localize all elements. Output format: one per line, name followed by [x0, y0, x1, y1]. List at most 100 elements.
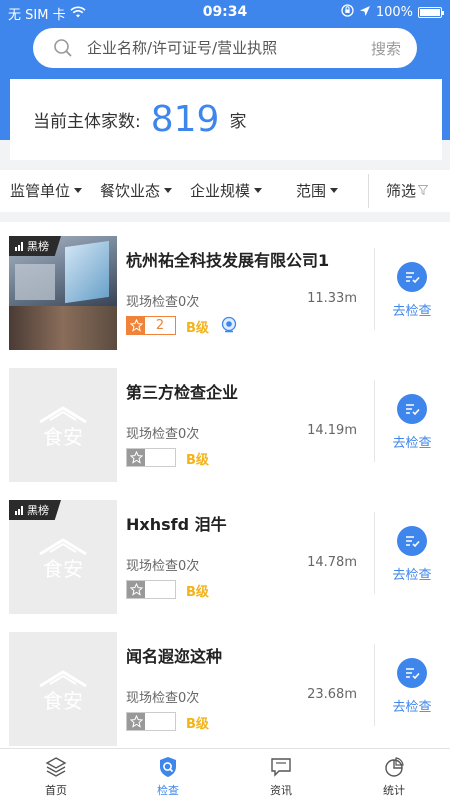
tab-inspect[interactable]: 检查 — [128, 749, 208, 800]
funnel-icon — [417, 184, 429, 198]
search-icon — [53, 38, 73, 58]
divider — [374, 644, 375, 726]
battery-percent: 100% — [375, 5, 413, 20]
star-rating: 2 — [126, 316, 176, 335]
chat-icon — [269, 755, 293, 779]
photo-shape — [9, 306, 117, 350]
bars-icon — [15, 505, 23, 515]
tab-label: 首页 — [45, 784, 67, 797]
list-item[interactable]: 食安 闻名遐迩这种 现场检查0次 23.68m B级 去检查 — [0, 618, 450, 748]
distance: 23.68m — [307, 687, 357, 702]
grade-label: B级 — [186, 717, 209, 732]
photo-shape — [65, 240, 109, 304]
checklist-icon — [397, 394, 427, 424]
placeholder-image: 食安 — [9, 632, 117, 746]
filter-label: 筛选 — [386, 182, 417, 200]
search-button[interactable]: 搜索 — [371, 38, 401, 59]
tab-news[interactable]: 资讯 — [241, 749, 321, 800]
list-item[interactable]: 黑榜 杭州祐全科技发展有限公司1 现场检查0次 11.33m 2 B级 去检查 — [0, 222, 450, 355]
status-bar: 无 SIM 卡 09:34 100% — [0, 0, 450, 24]
food-safety-logo-icon: 食安 — [9, 368, 117, 482]
tab-home[interactable]: 首页 — [16, 749, 96, 800]
svg-text:食安: 食安 — [43, 557, 83, 581]
badge-label: 黑榜 — [27, 240, 49, 253]
count-value: 819 — [150, 99, 220, 140]
layers-icon — [44, 755, 68, 779]
go-inspect-button[interactable]: 去检查 — [382, 394, 442, 454]
filter-label: 餐饮业态 — [100, 182, 161, 200]
list-item[interactable]: 食安 黑榜 Hxhsfd 泪牛 现场检查0次 14.78m B级 去检查 — [0, 486, 450, 619]
go-inspect-button[interactable]: 去检查 — [382, 526, 442, 586]
camera-icon[interactable] — [221, 316, 237, 338]
battery-icon — [418, 7, 444, 18]
filter-label: 企业规模 — [190, 182, 251, 200]
go-inspect-button[interactable]: 去检查 — [382, 262, 442, 322]
filter-label: 范围 — [296, 182, 327, 200]
count-unit: 家 — [229, 112, 247, 132]
svg-text:食安: 食安 — [43, 689, 83, 713]
filter-divider — [368, 174, 369, 208]
go-inspect-button[interactable]: 去检查 — [382, 658, 442, 718]
count-label: 当前主体家数: — [33, 112, 141, 132]
bottom-tab-bar: 首页 检查 资讯 统计 — [0, 748, 450, 800]
list-item[interactable]: 食安 第三方检查企业 现场检查0次 14.19m B级 去检查 — [0, 354, 450, 487]
filter-range[interactable]: 范围 — [296, 180, 339, 201]
blacklist-badge: 黑榜 — [9, 500, 61, 520]
distance: 11.33m — [307, 291, 357, 306]
filter-company-scale[interactable]: 企业规模 — [190, 180, 263, 201]
shield-search-icon — [156, 755, 180, 779]
distance: 14.78m — [307, 555, 357, 570]
inspection-count: 现场检查0次 — [126, 427, 200, 442]
divider — [374, 380, 375, 462]
caret-down-icon — [330, 188, 339, 193]
grade-label: B级 — [186, 453, 209, 468]
enterprise-list: 黑榜 杭州祐全科技发展有限公司1 现场检查0次 11.33m 2 B级 去检查 … — [0, 222, 450, 748]
entity-count-card: 当前主体家数: 819 家 — [10, 79, 442, 160]
filter-supervision-unit[interactable]: 监管单位 — [10, 180, 83, 201]
enterprise-name: 杭州祐全科技发展有限公司1 — [126, 251, 330, 270]
inspection-count: 现场检查0次 — [126, 295, 200, 310]
caret-down-icon — [254, 188, 263, 193]
go-inspect-label: 去检查 — [392, 304, 432, 319]
checklist-icon — [397, 262, 427, 292]
checklist-icon — [397, 526, 427, 556]
star-count: 2 — [155, 318, 165, 333]
enterprise-name: 闻名遐迩这种 — [126, 647, 223, 666]
search-input[interactable] — [87, 39, 371, 57]
placeholder-image: 食安 — [9, 368, 117, 482]
grade-label: B级 — [186, 321, 209, 336]
caret-down-icon — [164, 188, 173, 193]
star-rating — [126, 712, 176, 731]
location-arrow-icon — [359, 5, 371, 21]
tab-statistics[interactable]: 统计 — [354, 749, 434, 800]
filter-catering-format[interactable]: 餐饮业态 — [100, 180, 173, 201]
star-icon — [127, 581, 145, 598]
svg-text:食安: 食安 — [43, 425, 83, 449]
search-bar[interactable]: 搜索 — [33, 28, 417, 68]
inspection-count: 现场检查0次 — [126, 691, 200, 706]
enterprise-name: Hxhsfd 泪牛 — [126, 515, 227, 534]
caret-down-icon — [74, 188, 83, 193]
filter-bar: 监管单位 餐饮业态 企业规模 范围 筛选 — [0, 170, 450, 212]
go-inspect-label: 去检查 — [392, 568, 432, 583]
grade-label: B级 — [186, 585, 209, 600]
go-inspect-label: 去检查 — [392, 700, 432, 715]
star-icon — [127, 317, 145, 334]
star-icon — [127, 713, 145, 730]
star-rating — [126, 448, 176, 467]
star-rating — [126, 580, 176, 599]
bars-icon — [15, 241, 23, 251]
enterprise-name: 第三方检查企业 — [126, 383, 239, 402]
filter-screen-button[interactable]: 筛选 — [386, 180, 429, 201]
pie-chart-icon — [382, 755, 406, 779]
divider — [374, 248, 375, 330]
tab-label: 资讯 — [270, 784, 292, 797]
food-safety-logo-icon: 食安 — [9, 632, 117, 746]
rotation-lock-icon — [341, 4, 354, 21]
star-icon — [127, 449, 145, 466]
photo-shape — [15, 264, 55, 300]
go-inspect-label: 去检查 — [392, 436, 432, 451]
tab-label: 统计 — [383, 784, 405, 797]
distance: 14.19m — [307, 423, 357, 438]
inspection-count: 现场检查0次 — [126, 559, 200, 574]
